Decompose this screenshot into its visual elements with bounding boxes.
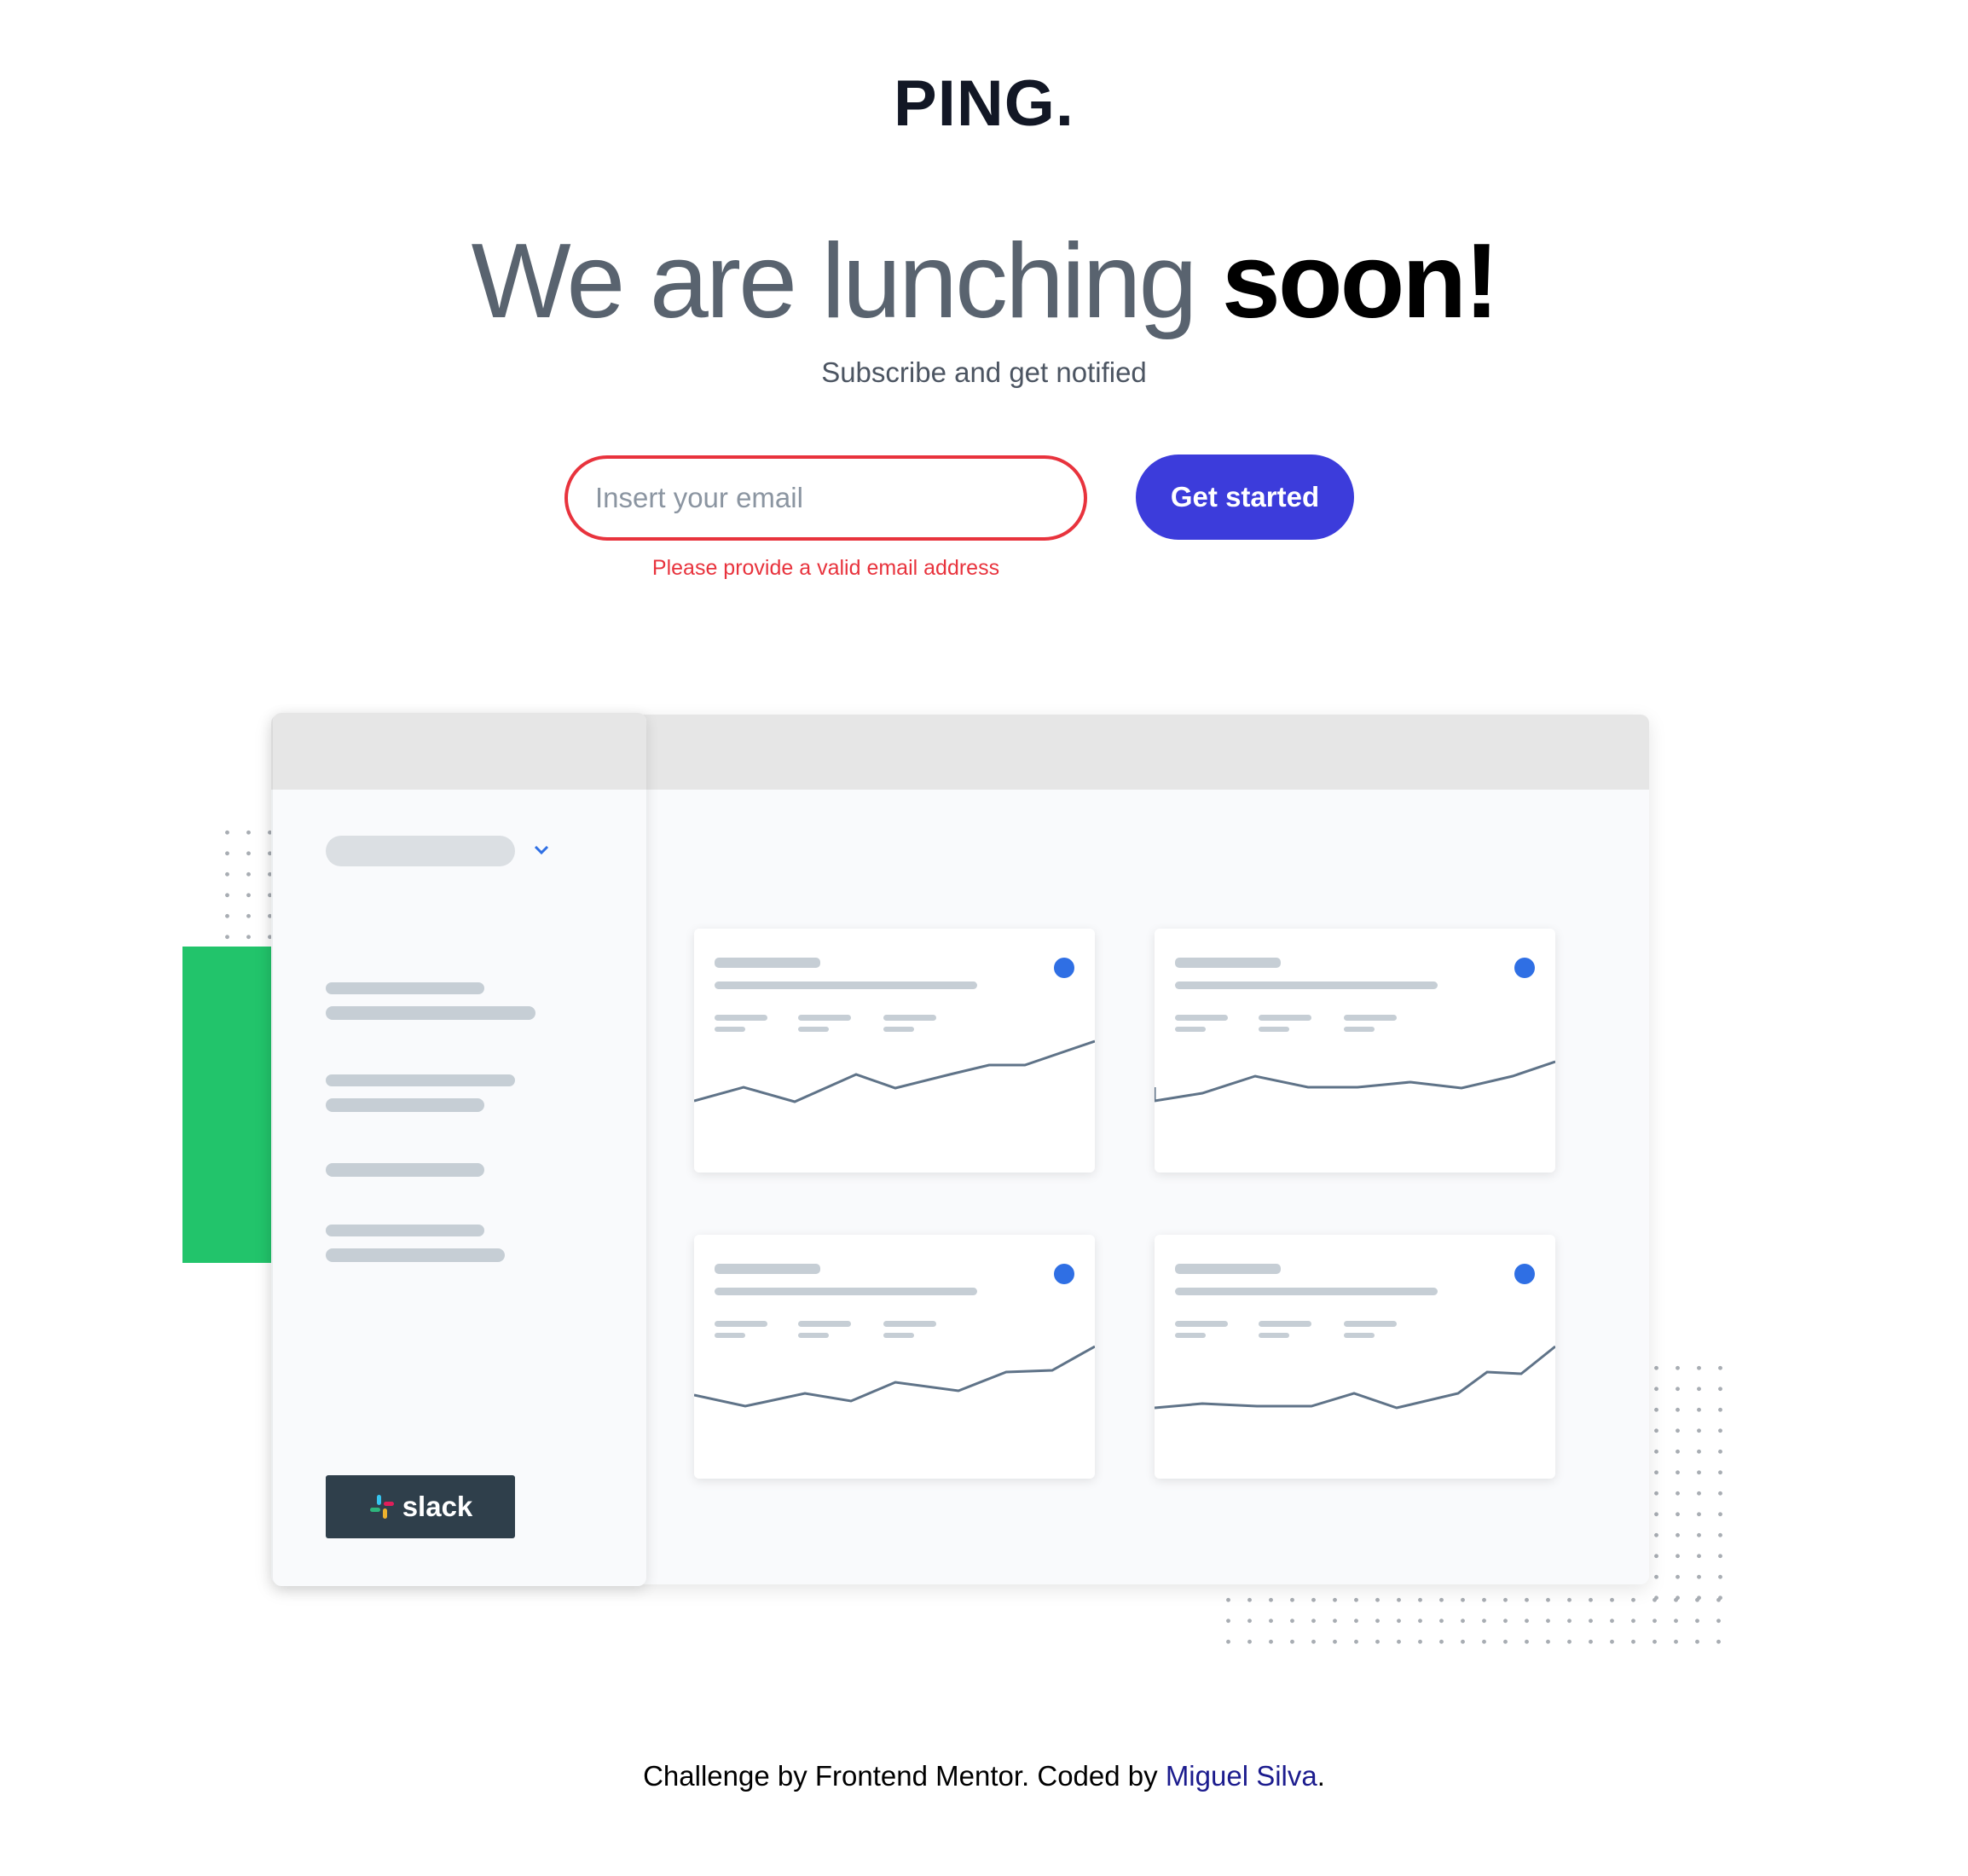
sidebar-select-placeholder (326, 836, 515, 866)
illustration-sidebar: slack (273, 713, 646, 1586)
email-input[interactable] (564, 455, 1087, 541)
get-started-button[interactable]: Get started (1136, 455, 1354, 540)
footer-attribution: Challenge by Frontend Mentor. Coded by M… (643, 1760, 1325, 1792)
dot-pattern-right (1646, 1358, 1731, 1613)
slack-label: slack (402, 1491, 473, 1522)
headline-light: We are lunching (471, 223, 1198, 340)
chevron-down-icon (534, 845, 549, 855)
chart-card (694, 1235, 1095, 1479)
slack-logo: slack (326, 1475, 515, 1538)
chart-card (694, 929, 1095, 1172)
chart-card (1155, 1235, 1555, 1479)
slack-icon (369, 1495, 394, 1519)
headline: We are lunching soon! (0, 223, 1968, 339)
subtitle: Subscribe and get notified (821, 356, 1147, 388)
email-error-message: Please provide a valid email address (651, 556, 1000, 580)
dot-pattern-bottom (1218, 1589, 1734, 1644)
ping-logo: PING. (894, 67, 1074, 140)
author-link[interactable]: Miguel Silva (1166, 1760, 1317, 1792)
chart-card (1155, 929, 1555, 1172)
headline-bold: soon! (1221, 223, 1499, 340)
green-block (182, 947, 273, 1263)
